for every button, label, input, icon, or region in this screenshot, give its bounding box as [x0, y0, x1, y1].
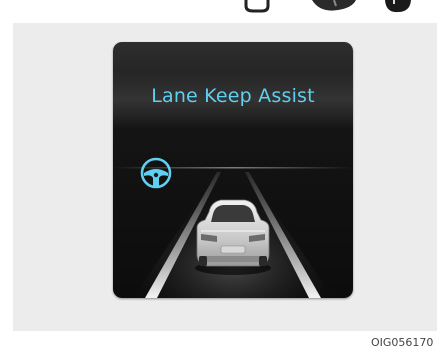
figure-code: OIG056170	[371, 336, 434, 349]
cropped-icon-left	[244, 0, 270, 13]
page: Lane Keep Assist OIG056170	[0, 0, 447, 354]
cropped-icon-right	[385, 0, 411, 13]
horizon-line	[113, 167, 353, 169]
steering-wheel-icon	[140, 157, 172, 189]
top-cropped-icons	[244, 0, 411, 13]
cluster-display: Lane Keep Assist	[113, 42, 353, 298]
cropped-icon-middle	[312, 0, 356, 11]
road-scene	[113, 157, 353, 298]
